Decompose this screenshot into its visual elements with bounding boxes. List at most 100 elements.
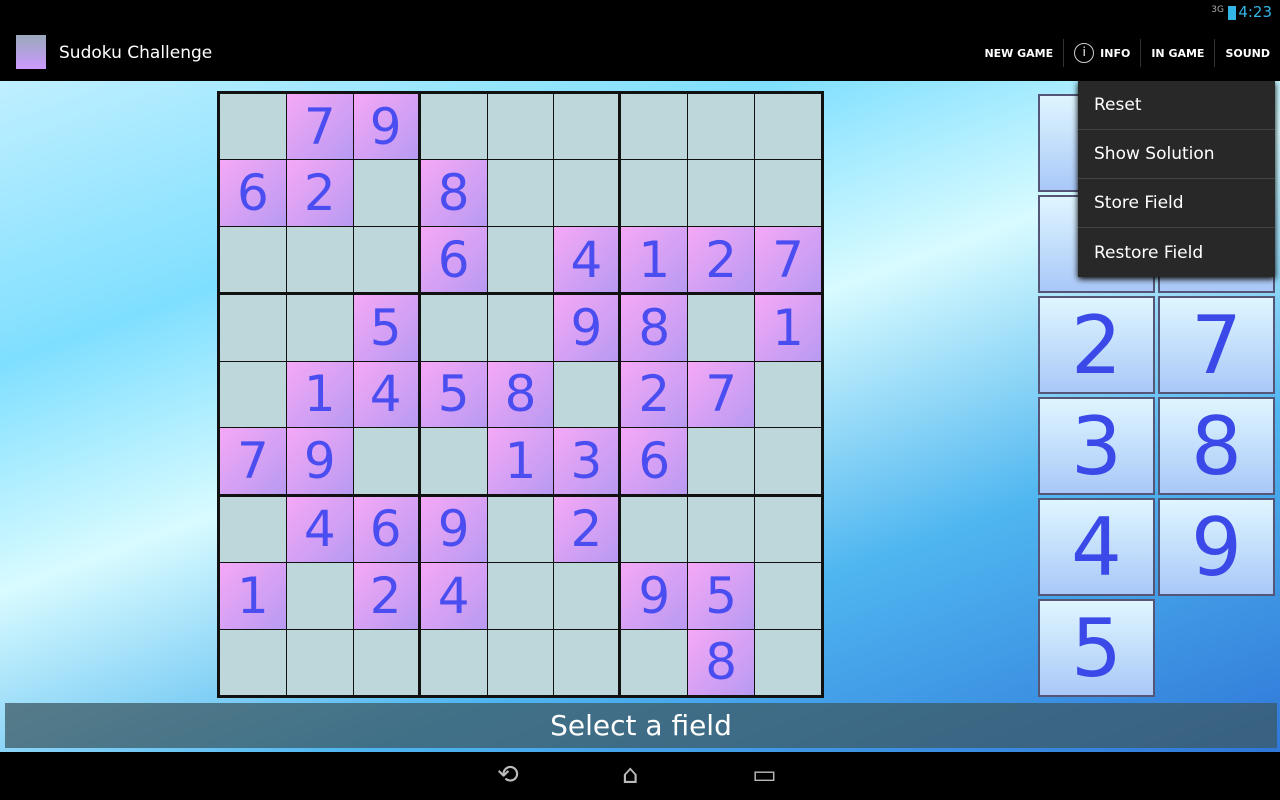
board-cell[interactable] [353,226,420,295]
number-key[interactable]: 2 [1038,296,1155,394]
board-cell[interactable]: 4 [353,361,420,428]
board-cell[interactable]: 5 [420,361,487,428]
number-key[interactable]: 8 [1158,397,1275,495]
board-cell[interactable] [353,629,420,695]
board-cell[interactable]: 6 [353,496,420,563]
board-cell[interactable] [220,496,286,563]
home-icon[interactable]: ⌂ [622,760,639,790]
board-cell[interactable]: 5 [353,295,420,361]
board-cell[interactable] [755,361,821,428]
board-cell[interactable] [420,629,487,695]
board-cell[interactable] [220,94,286,160]
board-cell[interactable]: 7 [755,226,821,295]
board-cell[interactable] [554,94,621,160]
board-cell[interactable]: 9 [621,563,688,629]
board-cell[interactable]: 1 [621,226,688,295]
board-cell[interactable] [286,563,353,629]
menu-item-restore-field[interactable]: Restore Field [1078,228,1275,277]
board-cell[interactable] [487,563,554,629]
board-cell[interactable]: 9 [286,428,353,496]
number-key[interactable]: 9 [1158,498,1275,596]
number-key[interactable]: 4 [1038,498,1155,596]
board-cell[interactable] [621,160,688,226]
board-cell[interactable]: 7 [220,428,286,496]
board-cell[interactable]: 7 [688,361,755,428]
board-cell[interactable] [353,428,420,496]
board-cell[interactable]: 2 [621,361,688,428]
number-key[interactable]: 3 [1038,397,1155,495]
board-cell[interactable] [487,496,554,563]
board-cell[interactable]: 8 [487,361,554,428]
menu-item-show-solution[interactable]: Show Solution [1078,130,1275,179]
board-cell[interactable] [420,428,487,496]
back-icon[interactable]: ⟲ [497,760,519,790]
board-cell[interactable]: 8 [621,295,688,361]
board-cell[interactable] [487,94,554,160]
board-cell[interactable] [755,428,821,496]
app-logo[interactable] [16,35,46,69]
board-cell[interactable] [487,226,554,295]
board-cell[interactable]: 1 [286,361,353,428]
board-cell[interactable] [286,295,353,361]
menu-item-store-field[interactable]: Store Field [1078,179,1275,228]
in-game-button[interactable]: IN GAME [1140,39,1214,67]
board-cell[interactable] [220,226,286,295]
board-cell[interactable]: 2 [554,496,621,563]
board-cell[interactable]: 6 [220,160,286,226]
board-cell[interactable] [554,563,621,629]
board-cell[interactable]: 9 [554,295,621,361]
board-cell[interactable]: 1 [755,295,821,361]
board-cell[interactable] [420,295,487,361]
board-cell[interactable] [755,160,821,226]
board-cell[interactable] [420,94,487,160]
board-cell[interactable] [286,226,353,295]
board-cell[interactable] [554,361,621,428]
board-cell[interactable]: 9 [420,496,487,563]
board-cell[interactable] [487,629,554,695]
board-cell[interactable]: 1 [220,563,286,629]
board-cell[interactable] [755,629,821,695]
board-cell[interactable]: 6 [621,428,688,496]
number-key[interactable]: 5 [1038,599,1155,697]
number-key[interactable]: 7 [1158,296,1275,394]
board-cell[interactable]: 4 [286,496,353,563]
board-cell[interactable] [220,361,286,428]
board-cell[interactable] [554,160,621,226]
board-cell[interactable] [755,94,821,160]
board-cell[interactable]: 7 [286,94,353,160]
board-cell[interactable] [688,496,755,563]
info-button[interactable]: i INFO [1063,39,1140,67]
board-cell[interactable]: 2 [688,226,755,295]
board-cell[interactable] [220,295,286,361]
board-cell[interactable] [688,295,755,361]
recents-icon[interactable]: ▭ [752,760,777,790]
board-cell[interactable] [554,629,621,695]
board-cell[interactable] [688,94,755,160]
board-cell[interactable] [621,629,688,695]
board-cell[interactable] [487,160,554,226]
board-cell[interactable]: 5 [688,563,755,629]
board-cell[interactable]: 8 [420,160,487,226]
board-cell[interactable] [755,496,821,563]
board-cell[interactable] [688,428,755,496]
board-cell[interactable] [487,295,554,361]
board-cell[interactable] [621,94,688,160]
board-cell[interactable]: 3 [554,428,621,496]
board-cell[interactable]: 6 [420,226,487,295]
sound-button[interactable]: SOUND [1214,39,1280,67]
board-cell[interactable] [353,160,420,226]
board-cell[interactable] [220,629,286,695]
board-cell[interactable] [688,160,755,226]
board-cell[interactable]: 8 [688,629,755,695]
board-cell[interactable] [755,563,821,629]
board-cell[interactable]: 4 [554,226,621,295]
board-cell[interactable]: 2 [353,563,420,629]
board-cell[interactable] [286,629,353,695]
menu-item-reset[interactable]: Reset [1078,81,1275,130]
board-cell[interactable]: 2 [286,160,353,226]
board-cell[interactable]: 9 [353,94,420,160]
new-game-button[interactable]: NEW GAME [974,39,1063,67]
board-cell[interactable] [621,496,688,563]
board-cell[interactable]: 1 [487,428,554,496]
board-cell[interactable]: 4 [420,563,487,629]
